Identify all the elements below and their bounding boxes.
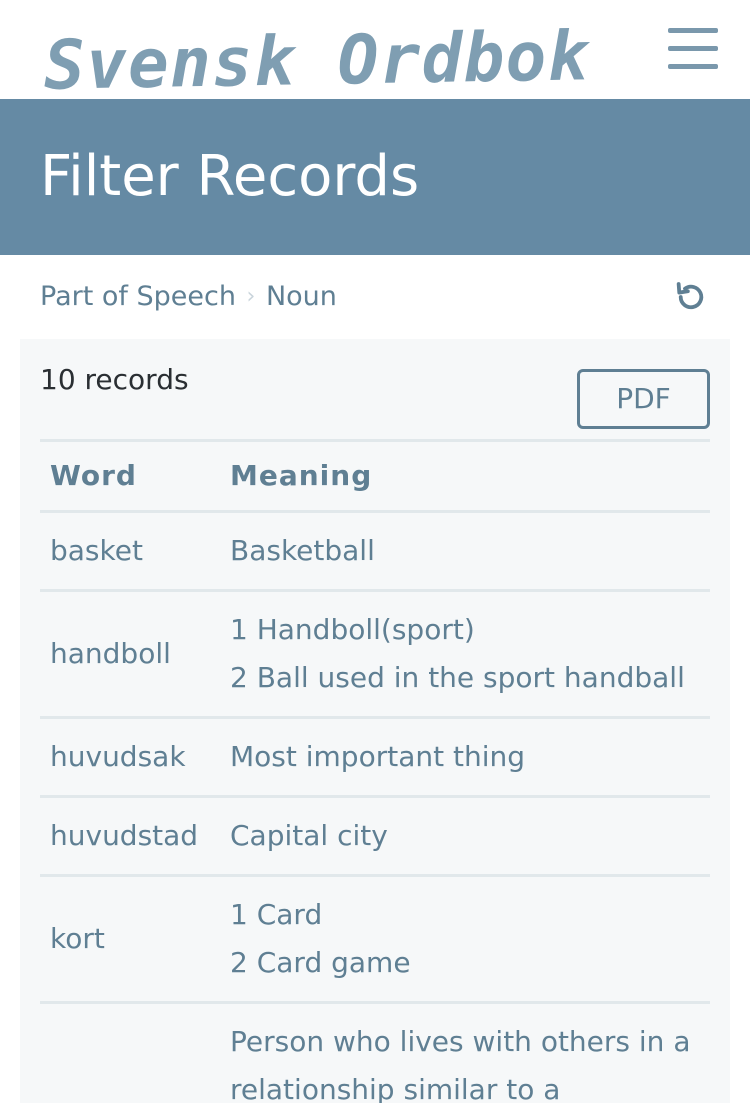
meaning-cell: Most important thing (220, 718, 710, 797)
meaning-text: Person who lives with others in a relati… (230, 1025, 691, 1103)
results-panel: 10 records PDF Word Meaning basket Baske… (20, 339, 730, 1103)
page-title: Filter Records (40, 144, 420, 209)
site-logo[interactable]: Svensk Ordbok (43, 13, 590, 111)
column-header-meaning[interactable]: Meaning (220, 441, 710, 512)
hamburger-menu-icon[interactable] (668, 28, 718, 72)
pdf-export-button[interactable]: PDF (577, 369, 710, 429)
meaning-text: Basketball (230, 534, 375, 567)
word-cell: handboll (50, 637, 171, 670)
word-cell: huvudstad (50, 819, 199, 852)
page-header-banner: Filter Records (0, 99, 750, 255)
table-header-row: Word Meaning (40, 440, 710, 512)
word-cell: kort (50, 922, 105, 955)
column-header-word[interactable]: Word (40, 441, 220, 512)
chevron-right-icon: › (246, 283, 256, 309)
menu-bar-middle (668, 46, 718, 51)
meaning-text: 2 Card game (230, 946, 411, 979)
meaning-cell: Person who lives with others in a relati… (220, 1003, 710, 1103)
meaning-text: 1 Card (230, 898, 323, 931)
record-count: 10 records (40, 363, 189, 396)
meaning-text: Most important thing (230, 740, 526, 773)
word-cell: basket (50, 534, 143, 567)
breadcrumb-part-of-speech[interactable]: Part of Speech (40, 281, 236, 312)
top-bar: Svensk Ordbok (0, 0, 750, 106)
table-row[interactable]: huvudstad Capital city (40, 796, 710, 876)
meaning-text: 1 Handboll(sport) (230, 613, 475, 646)
breadcrumb-noun[interactable]: Noun (266, 281, 337, 312)
word-cell: huvudsak (50, 740, 186, 773)
meaning-cell: 1 Handboll(sport) 2 Ball used in the spo… (220, 591, 710, 718)
table-row[interactable]: basket Basketball (40, 511, 710, 591)
meaning-cell: Basketball (220, 512, 710, 591)
meaning-text: Capital city (230, 819, 388, 852)
table-row[interactable]: handboll 1 Handboll(sport) 2 Ball used i… (40, 590, 710, 718)
word-cell (40, 1003, 220, 1103)
menu-bar-bottom (668, 64, 718, 69)
meaning-cell: 1 Card 2 Card game (220, 876, 710, 1003)
meaning-text: 2 Ball used in the sport handball (230, 661, 685, 694)
reset-icon[interactable] (672, 278, 710, 316)
table-row[interactable]: huvudsak Most important thing (40, 717, 710, 797)
table-row[interactable]: kort 1 Card 2 Card game (40, 875, 710, 1003)
meaning-cell: Capital city (220, 797, 710, 876)
records-table: Word Meaning basket Basketball handboll … (40, 439, 710, 1103)
menu-bar-top (668, 28, 718, 33)
breadcrumb: Part of Speech › Noun (40, 276, 337, 316)
table-row[interactable]: Person who lives with others in a relati… (40, 1002, 710, 1103)
